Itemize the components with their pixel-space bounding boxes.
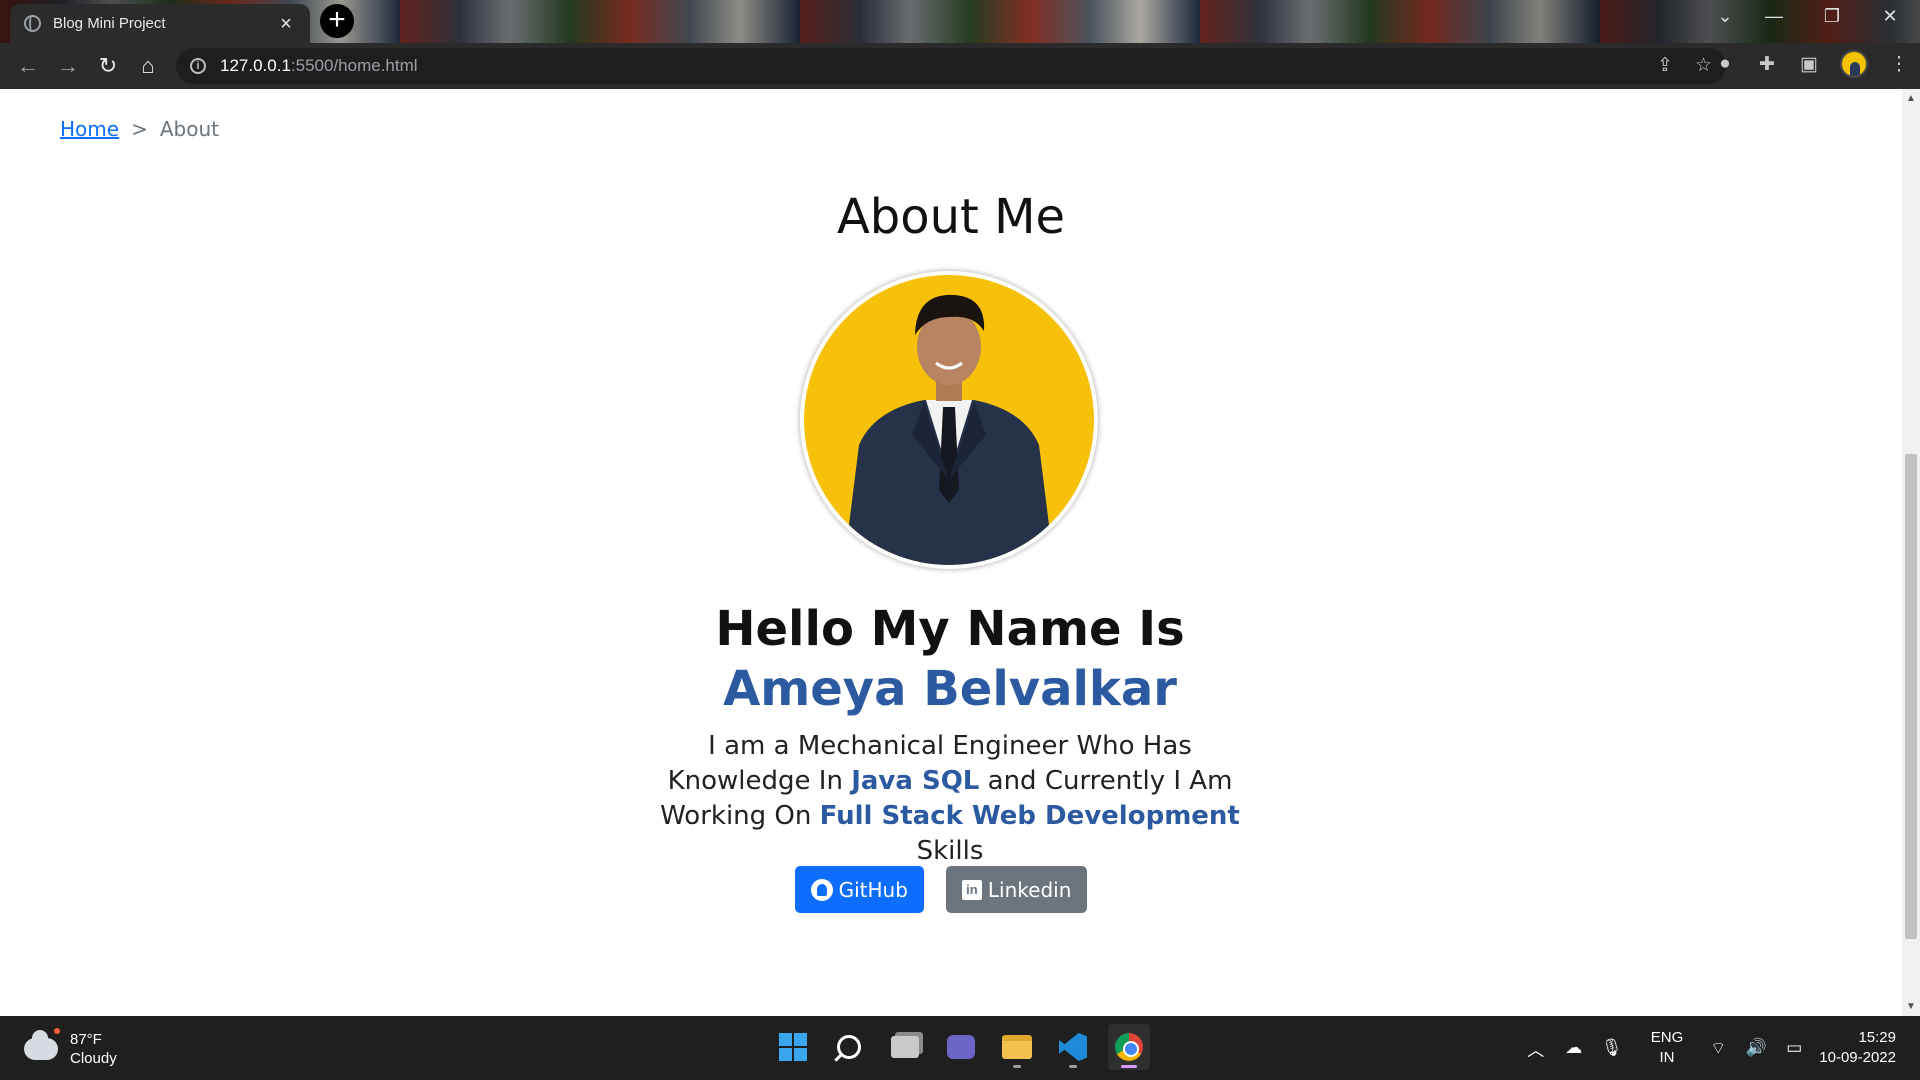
site-info-icon[interactable]: i	[190, 58, 206, 74]
author-name: Ameya Belvalkar	[723, 661, 1177, 717]
file-explorer-button[interactable]	[996, 1024, 1038, 1070]
scroll-up-icon[interactable]: ▲	[1902, 93, 1920, 104]
volume-icon[interactable]: 🔊	[1743, 1038, 1769, 1058]
taskbar-search-button[interactable]	[828, 1024, 870, 1070]
extension-area: ● ✚ ▣ ⋮	[1714, 50, 1910, 78]
linkedin-icon: in	[961, 879, 982, 900]
cloud-icon	[24, 1028, 60, 1060]
breadcrumb-home-link[interactable]: Home	[60, 117, 119, 141]
breadcrumb: Home > About	[60, 117, 219, 141]
weather-widget[interactable]: 87°F Cloudy	[24, 1028, 117, 1068]
globe-icon	[24, 15, 41, 32]
teams-chat-button[interactable]	[940, 1024, 982, 1070]
tab-title: Blog Mini Project	[53, 15, 166, 32]
chevron-up-icon[interactable]: ︿	[1523, 1036, 1549, 1061]
running-indicator	[1069, 1065, 1077, 1068]
menu-dots-icon[interactable]: ⋮	[1888, 53, 1910, 76]
weather-temperature: 87°F	[70, 1031, 102, 1048]
address-bar[interactable]: i 127.0.0.1:5500/home.html ⇪ ☆	[176, 48, 1726, 84]
close-window-button[interactable]: ✕	[1870, 6, 1910, 27]
vscode-button[interactable]	[1052, 1024, 1094, 1070]
clock[interactable]: 15:29 10-09-2022	[1819, 1028, 1896, 1068]
github-icon	[810, 878, 833, 901]
maximize-button[interactable]: ❐	[1812, 6, 1852, 27]
browser-toolbar: ← → ↻ ⌂ i 127.0.0.1:5500/home.html ⇪ ☆	[0, 43, 1920, 89]
teams-chat-icon	[947, 1035, 975, 1059]
active-indicator	[1121, 1065, 1137, 1068]
start-button[interactable]	[772, 1024, 814, 1070]
bio-skill-java-sql: Java SQL	[851, 766, 980, 796]
portrait-image	[804, 275, 1094, 565]
linkedin-label: Linkedin	[987, 877, 1072, 902]
clock-time: 15:29	[1858, 1029, 1896, 1046]
reload-icon[interactable]: ↻	[88, 48, 128, 84]
page-viewport: Home > About About Me Hello My Name Is A…	[0, 89, 1902, 1016]
browser-tab-strip: Blog Mini Project × + ⌄ — ❐ ✕	[0, 0, 1920, 43]
chevron-down-icon[interactable]: ⌄	[1705, 6, 1745, 27]
language-code: ENG	[1650, 1029, 1684, 1046]
task-view-icon	[891, 1036, 919, 1058]
breadcrumb-current: About	[159, 117, 219, 141]
bio-text: I am a Mechanical Engineer Who Has Knowl…	[640, 729, 1260, 869]
profile-avatar[interactable]	[1840, 50, 1868, 78]
chrome-icon	[1115, 1033, 1143, 1061]
input-language[interactable]: ENG IN	[1651, 1028, 1684, 1068]
vscode-icon	[1059, 1033, 1087, 1061]
back-icon[interactable]: ←	[8, 48, 48, 84]
clock-date: 10-09-2022	[1819, 1049, 1896, 1066]
page-scrollbar[interactable]: ▲ ▼	[1902, 89, 1920, 1016]
start-icon	[779, 1033, 807, 1061]
home-icon[interactable]: ⌂	[128, 48, 168, 84]
windows-taskbar: 87°F Cloudy ︿ ☁ 🎙 ENG IN ⌔ 🔊 ▭ 15:29 10-…	[0, 1016, 1920, 1080]
social-buttons: GitHub in Linkedin	[0, 866, 1902, 913]
weather-condition: Cloudy	[70, 1050, 117, 1067]
scroll-down-icon[interactable]: ▼	[1902, 1001, 1920, 1012]
onedrive-icon[interactable]: ☁	[1561, 1038, 1587, 1058]
search-icon	[837, 1035, 861, 1059]
forward-icon[interactable]: →	[48, 48, 88, 84]
github-label: GitHub	[838, 877, 908, 902]
page-title: About Me	[836, 189, 1066, 245]
profile-photo	[800, 271, 1098, 569]
region-code: IN	[1659, 1049, 1675, 1066]
file-explorer-icon	[1002, 1035, 1032, 1059]
minimize-button[interactable]: —	[1754, 6, 1794, 27]
intro-heading: Hello My Name Is Ameya Belvalkar	[630, 599, 1270, 719]
microphone-icon[interactable]: 🎙	[1599, 1038, 1625, 1058]
new-tab-button[interactable]: +	[320, 4, 354, 38]
wifi-icon[interactable]: ⌔	[1705, 1038, 1731, 1059]
system-tray: ︿ ☁ 🎙 ENG IN ⌔ 🔊 ▭ 15:29 10-09-2022	[1523, 1016, 1920, 1080]
battery-icon[interactable]: ▭	[1781, 1038, 1807, 1058]
bio-skill-fullstack: Full Stack Web Development	[819, 801, 1240, 831]
extension-puzzle-icon[interactable]: ✚	[1756, 53, 1778, 76]
share-icon[interactable]: ⇪	[1657, 54, 1673, 77]
scrollbar-thumb[interactable]	[1905, 454, 1917, 939]
chrome-button[interactable]	[1108, 1024, 1150, 1070]
sidebar-icon[interactable]: ▣	[1798, 53, 1820, 76]
url-path: :5500/home.html	[290, 56, 418, 75]
browser-tab[interactable]: Blog Mini Project ×	[10, 4, 310, 43]
url-host: 127.0.0.1	[220, 56, 291, 75]
extension-circle-icon[interactable]: ●	[1714, 53, 1736, 75]
tab-close-icon[interactable]: ×	[276, 14, 296, 34]
running-indicator	[1013, 1065, 1021, 1068]
taskbar-apps	[772, 1024, 1150, 1070]
github-button[interactable]: GitHub	[794, 866, 924, 913]
intro-prefix: Hello My Name Is	[715, 601, 1185, 657]
task-view-button[interactable]	[884, 1024, 926, 1070]
star-icon[interactable]: ☆	[1695, 54, 1712, 77]
linkedin-button[interactable]: in Linkedin	[945, 866, 1088, 913]
bio-part-3: Skills	[916, 836, 984, 866]
breadcrumb-separator: >	[131, 117, 148, 141]
